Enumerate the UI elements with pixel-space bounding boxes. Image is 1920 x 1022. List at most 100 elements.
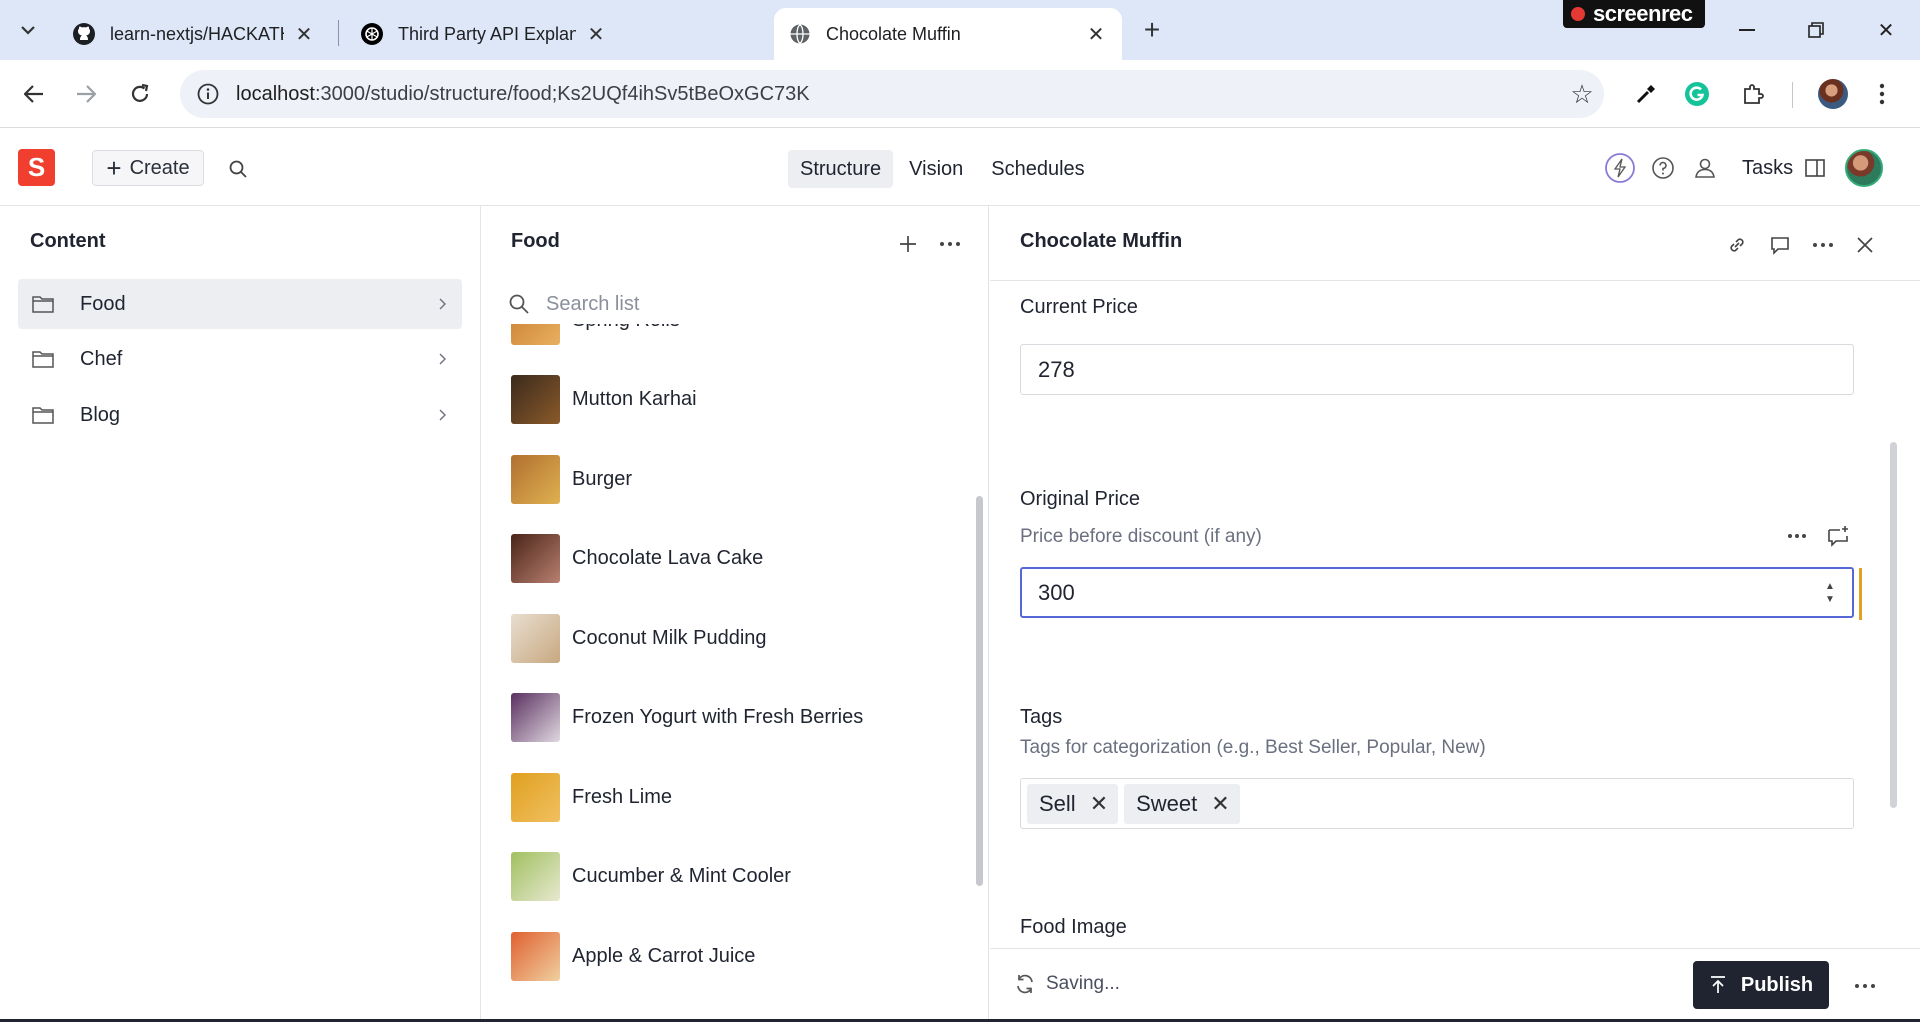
food-thumbnail xyxy=(511,852,560,901)
global-search-button[interactable] xyxy=(220,151,256,187)
content-item-food[interactable]: Food xyxy=(18,279,462,329)
search-placeholder: Search list xyxy=(546,292,640,315)
food-name: Chocolate Lava Cake xyxy=(572,547,764,569)
user-avatar[interactable] xyxy=(1845,149,1883,187)
url-text[interactable]: localhost:3000/studio/structure/food;Ks2… xyxy=(230,83,1560,106)
add-comment-button[interactable] xyxy=(1822,520,1854,552)
field-actions-button[interactable] xyxy=(1781,520,1813,552)
food-list-item[interactable]: Coconut Milk Pudding xyxy=(511,613,767,663)
reload-icon xyxy=(131,83,149,102)
document-menu-button[interactable] xyxy=(1806,228,1840,262)
back-button[interactable] xyxy=(14,74,54,114)
tab-structure[interactable]: Structure xyxy=(788,150,894,188)
tags-input[interactable]: Sell ✕ Sweet ✕ xyxy=(1020,778,1854,829)
close-tab-icon[interactable]: ✕ xyxy=(584,22,608,46)
eyedropper-icon xyxy=(1636,85,1655,104)
ellipsis-icon xyxy=(1855,984,1875,988)
tab-divider xyxy=(338,20,339,46)
minimize-button[interactable] xyxy=(1727,12,1767,48)
search-list-field[interactable]: Search list xyxy=(508,286,968,322)
plus-icon: + xyxy=(1143,14,1161,45)
help-button[interactable] xyxy=(1646,151,1680,185)
address-bar[interactable]: localhost:3000/studio/structure/food;Ks2… xyxy=(180,70,1604,118)
document-actions-button[interactable] xyxy=(1848,969,1882,1003)
food-thumbnail xyxy=(511,613,560,663)
tag-label: Sell xyxy=(1039,790,1076,816)
close-pane-button[interactable] xyxy=(1848,228,1882,262)
browser-tab-active[interactable]: Chocolate Muffin ✕ xyxy=(774,8,1122,60)
close-tab-icon[interactable]: ✕ xyxy=(292,22,316,46)
studio-logo[interactable]: S xyxy=(18,149,55,186)
browser-menu-button[interactable] xyxy=(1862,74,1902,114)
changed-indicator xyxy=(1859,568,1862,620)
copy-link-button[interactable] xyxy=(1720,228,1754,262)
comments-button[interactable] xyxy=(1763,228,1797,262)
comment-icon xyxy=(1771,237,1789,255)
updates-button[interactable] xyxy=(1603,151,1637,185)
tab-schedules[interactable]: Schedules xyxy=(979,150,1096,188)
sync-icon xyxy=(1017,974,1033,994)
food-list-item[interactable]: Chocolate Lava Cake xyxy=(511,534,763,584)
content-pane: Content Food Chef Blog xyxy=(0,206,481,1022)
tab-vision[interactable]: Vision xyxy=(897,150,975,188)
eyedropper-extension[interactable] xyxy=(1626,74,1666,114)
food-name: Frozen Yogurt with Fresh Berries xyxy=(572,706,864,728)
lightning-icon xyxy=(1605,153,1635,183)
forward-button[interactable] xyxy=(66,74,106,114)
food-list-item[interactable]: Fresh Lime xyxy=(511,772,672,822)
publish-label: Publish xyxy=(1740,973,1814,996)
tab-title: learn-nextjs/HACKATHONS/Mar xyxy=(110,23,284,44)
content-item-chef[interactable]: Chef xyxy=(18,334,462,384)
current-price-input[interactable]: 278 xyxy=(1020,344,1854,395)
food-list-item[interactable]: Mutton Karhai xyxy=(511,375,697,425)
create-document-button[interactable] xyxy=(892,228,924,260)
github-icon xyxy=(72,22,96,46)
food-list-item[interactable]: Apple & Carrot Juice xyxy=(511,931,755,981)
header-divider xyxy=(990,280,1920,281)
tag-label: Sweet xyxy=(1136,790,1198,816)
number-stepper[interactable]: ▲ ▼ xyxy=(1822,577,1838,609)
content-pane-title: Content xyxy=(30,230,106,252)
stepper-up-icon[interactable]: ▲ xyxy=(1825,580,1835,593)
food-name: Spring Rolls xyxy=(572,324,680,332)
original-price-input[interactable]: 300 ▲ ▼ xyxy=(1020,567,1854,618)
original-price-value: 300 xyxy=(1038,579,1075,605)
remove-tag-icon[interactable]: ✕ xyxy=(1211,791,1229,817)
grammarly-extension[interactable] xyxy=(1677,74,1717,114)
food-thumbnail xyxy=(511,693,560,742)
food-list-item[interactable]: Cucumber & Mint Cooler xyxy=(511,852,791,902)
create-button[interactable]: + Create xyxy=(92,150,204,186)
food-list-item[interactable]: Burger xyxy=(511,454,632,504)
list-menu-button[interactable] xyxy=(934,228,966,260)
browser-tab-github[interactable]: learn-nextjs/HACKATHONS/Mar ✕ xyxy=(58,8,330,60)
tab-search-button[interactable] xyxy=(8,12,48,48)
tool-nav: Structure Vision Schedules xyxy=(788,150,1097,188)
food-list-item[interactable]: Spring Rolls xyxy=(511,324,680,345)
profile-button[interactable] xyxy=(1813,74,1853,114)
tab-title: Chocolate Muffin xyxy=(826,23,961,44)
food-name: Burger xyxy=(572,467,633,490)
browser-tab-openai[interactable]: Third Party API Explanation ✕ xyxy=(346,8,622,60)
close-window-button[interactable]: ✕ xyxy=(1866,12,1906,48)
site-info-icon[interactable] xyxy=(186,83,230,105)
browser-toolbar: localhost:3000/studio/structure/food;Ks2… xyxy=(0,60,1920,128)
reload-button[interactable] xyxy=(120,74,160,114)
content-item-blog[interactable]: Blog xyxy=(18,390,462,440)
presence-button[interactable] xyxy=(1688,151,1722,185)
close-tab-icon[interactable]: ✕ xyxy=(1084,22,1108,46)
bookmark-star-icon[interactable]: ☆ xyxy=(1560,79,1604,110)
publish-button[interactable]: Publish xyxy=(1693,961,1829,1009)
document-scrollbar[interactable] xyxy=(1890,442,1897,808)
chevron-right-icon xyxy=(439,353,446,365)
food-name: Mutton Karhai xyxy=(572,388,697,410)
extensions-button[interactable] xyxy=(1733,74,1773,114)
tasks-label: Tasks xyxy=(1742,156,1794,179)
stepper-down-icon[interactable]: ▼ xyxy=(1825,593,1835,606)
new-tab-button[interactable]: + xyxy=(1134,12,1170,48)
restore-button[interactable] xyxy=(1796,12,1836,48)
food-image-label: Food Image xyxy=(1020,916,1127,938)
remove-tag-icon[interactable]: ✕ xyxy=(1090,791,1108,817)
tasks-button[interactable]: Tasks xyxy=(1742,151,1825,185)
food-list-scrollbar[interactable] xyxy=(976,496,983,886)
food-list-item[interactable]: Frozen Yogurt with Fresh Berries xyxy=(511,693,863,743)
